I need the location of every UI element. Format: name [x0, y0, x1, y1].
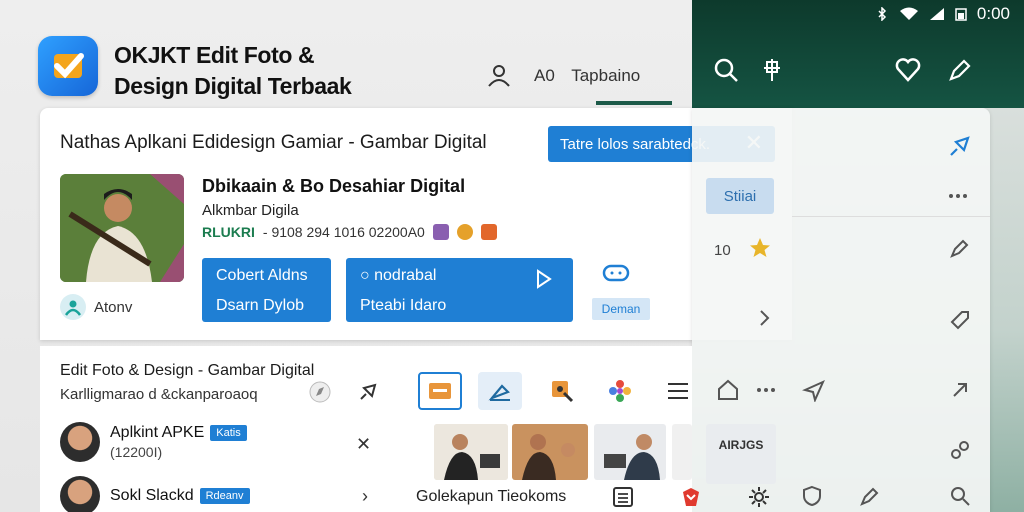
thumbnail[interactable]	[434, 424, 508, 480]
send-icon[interactable]	[802, 378, 826, 402]
app-icon-c[interactable]	[480, 224, 497, 240]
heart-icon[interactable]	[894, 56, 922, 84]
rating-count: 10	[714, 242, 731, 259]
product-card: Nathas Aplkani Edidesign Gamiar - Gambar…	[40, 108, 792, 340]
primary-action-button[interactable]: Cobert Aldns Dsarn Dylob	[202, 258, 331, 322]
bottom-label: Golekapun Tieokoms	[416, 488, 567, 505]
download-button[interactable]: ○ nodrabal Pteabi Idaro	[346, 258, 573, 322]
chevron-right-icon[interactable]: ›	[362, 486, 368, 507]
shield-icon[interactable]	[680, 486, 702, 508]
section-title: Edit Foto & Design - Gambar Digital	[60, 362, 315, 379]
product-meta: RLUKRI - 9108 294 1016 02200A0	[202, 224, 497, 240]
app-icon-a[interactable]	[432, 224, 449, 240]
thumbnail[interactable]	[594, 424, 666, 480]
news-thumbnail[interactable]: AIRJGS	[706, 424, 776, 484]
more-icon[interactable]	[754, 378, 778, 402]
demo-badge[interactable]: Deman	[592, 298, 650, 320]
signal-icon	[929, 8, 944, 20]
list-item-badge: Katis	[210, 424, 247, 441]
battery-icon	[955, 8, 967, 21]
panel-divider	[792, 216, 990, 217]
app-title: OKJKT Edit Foto & Design Digital Terbaak	[114, 40, 352, 102]
meta-text: - 9108 294 1016 02200A0	[262, 224, 425, 240]
status-bar: 0:00	[875, 4, 1010, 24]
app-icon-b[interactable]	[456, 224, 473, 240]
side-panel: Stiiai 10 AIRJGS	[692, 108, 990, 512]
product-title: Dbikaain & Bo Desahiar Digital	[202, 176, 466, 196]
header-tab-label: Tapbaino	[571, 66, 641, 85]
meta-tag: RLUKRI	[202, 224, 255, 240]
person-icon	[60, 294, 86, 320]
card-title: Nathas Aplkani Edidesign Gamiar - Gambar…	[60, 132, 487, 153]
pin-icon[interactable]	[758, 56, 786, 84]
btn1-line1: Cobert Aldns	[216, 267, 308, 284]
more-icon[interactable]	[946, 184, 970, 208]
thumbnail[interactable]	[512, 424, 588, 480]
status-pill[interactable]: Stiiai	[706, 178, 774, 214]
product-subtitle: Alkmbar Digila	[202, 202, 299, 219]
list-item-badge: Rdeanv	[199, 487, 250, 504]
list-item-name: Sokl Slackd	[110, 487, 194, 504]
btn2-line1-text: nodrabal	[374, 267, 437, 284]
user-icon[interactable]	[486, 62, 512, 88]
search-icon: ○	[360, 267, 370, 284]
product-photo	[60, 174, 184, 282]
home-icon[interactable]	[716, 378, 740, 402]
pin-icon[interactable]	[356, 380, 380, 404]
arrow-icon[interactable]	[948, 378, 972, 402]
promo-banner-label: Tatre lolos sarabtedck.	[560, 135, 711, 153]
tag-icon[interactable]	[948, 306, 972, 330]
play-icon	[537, 269, 552, 289]
settings-icon[interactable]	[748, 486, 770, 508]
wifi-icon	[899, 7, 918, 20]
news-label: AIRJGS	[718, 438, 764, 452]
frame-tool-button[interactable]	[418, 372, 462, 410]
shield-icon[interactable]	[800, 484, 824, 508]
author-row[interactable]: Atonv	[60, 294, 132, 320]
edit-icon[interactable]	[946, 56, 974, 84]
author-label: Atonv	[94, 298, 133, 316]
chat-icon[interactable]	[602, 264, 630, 286]
app-title-line1: OKJKT Edit Foto &	[114, 42, 315, 68]
pin-icon[interactable]	[948, 134, 972, 158]
list-item-sub: (12200I)	[110, 444, 163, 460]
section-subtitle: Karlligmarao d &ckanparoaoq	[60, 386, 258, 403]
star-icon[interactable]	[748, 236, 772, 260]
edit-icon[interactable]	[948, 236, 972, 260]
avatar	[60, 422, 100, 462]
menu-icon[interactable]	[656, 372, 700, 410]
list-icon[interactable]	[612, 486, 634, 508]
header-tab-prefix: A0	[534, 66, 555, 85]
avatar	[60, 476, 100, 512]
bluetooth-icon	[878, 7, 886, 21]
search-icon[interactable]	[712, 56, 740, 84]
link-icon[interactable]	[948, 438, 972, 462]
zoom-tool-button[interactable]	[540, 372, 584, 410]
color-tool-button[interactable]	[598, 372, 642, 410]
crop-tool-button[interactable]	[478, 372, 522, 410]
close-icon[interactable]: ✕	[356, 434, 371, 455]
pen-icon[interactable]	[858, 484, 882, 508]
btn1-line2: Dsarn Dylob	[216, 297, 305, 314]
thumbnail[interactable]	[672, 424, 692, 480]
btn2-line1: ○ nodrabal	[360, 261, 559, 291]
list-item-name: Aplkint APKE	[110, 424, 205, 441]
list-item[interactable]: Sokl Slackd Rdeanv	[60, 476, 250, 512]
chevron-right-icon[interactable]	[752, 306, 776, 330]
list-item[interactable]: Aplkint APKE Katis (12200I)	[60, 422, 247, 462]
header-actions	[692, 56, 1024, 88]
header-tab[interactable]: A0 Tapbaino	[534, 66, 640, 86]
app-title-line2: Design Digital Terbaak	[114, 73, 352, 99]
compass-icon[interactable]	[308, 380, 332, 404]
btn2-line2: Pteabi Idaro	[360, 297, 447, 314]
app-logo[interactable]	[38, 36, 98, 96]
search-icon[interactable]	[948, 484, 972, 508]
tab-indicator	[596, 101, 672, 105]
status-time: 0:00	[976, 4, 1010, 23]
check-icon	[54, 53, 84, 79]
